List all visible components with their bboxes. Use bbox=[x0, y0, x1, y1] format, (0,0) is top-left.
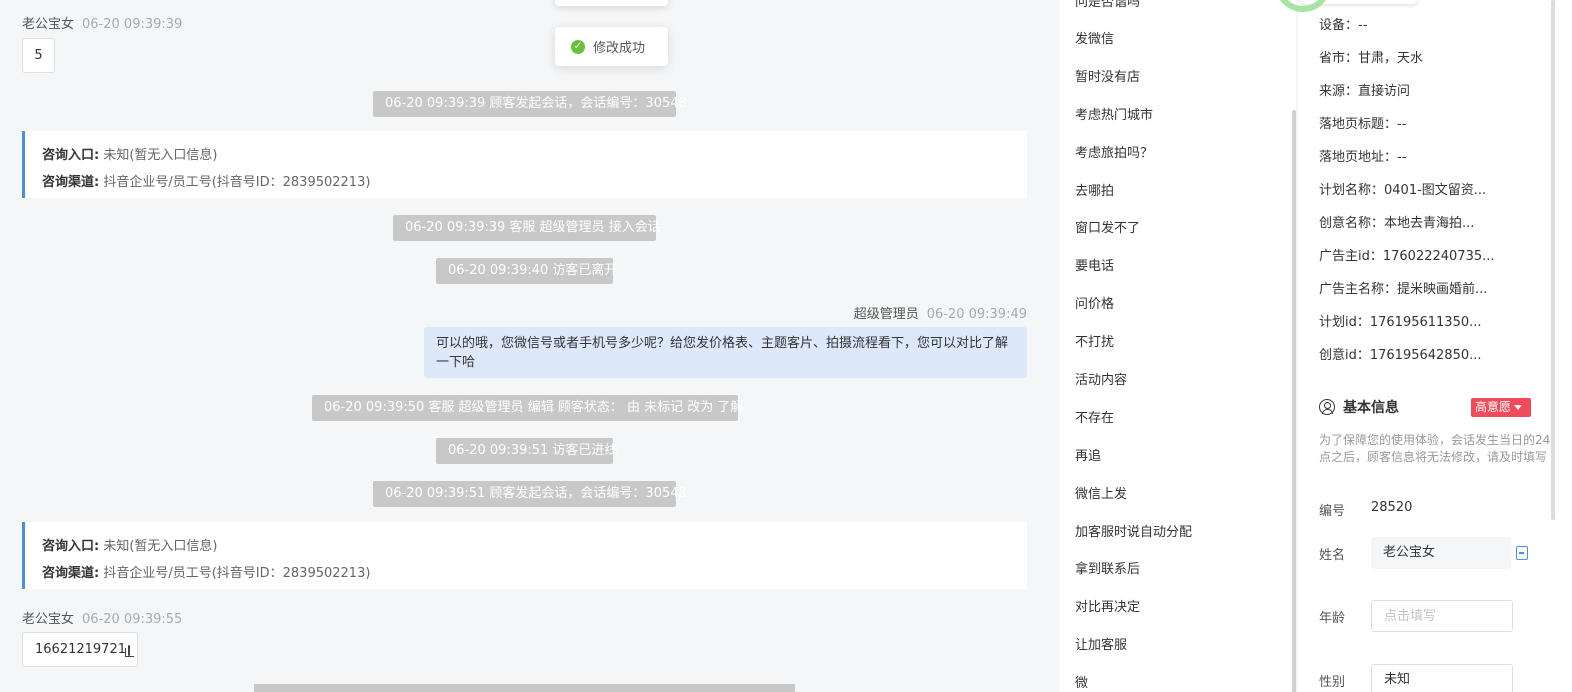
section-title: 基本信息 bbox=[1343, 400, 1399, 416]
sender-name: 老公宝女 bbox=[22, 612, 75, 627]
quick-reply-item[interactable]: 让加客服 bbox=[1075, 636, 1127, 656]
consult-entry-row: 咨询入口: 未知(暂无入口信息) bbox=[42, 142, 1010, 169]
edit-notice: 为了保障您的使用体验，会话发生当日的24点之后，顾客信息将无法修改，请及时填写 bbox=[1319, 433, 1551, 464]
consult-info-card: 咨询入口: 未知(暂无入口信息) 咨询渠道: 抖音企业号/员工号(抖音号ID：2… bbox=[22, 131, 1027, 198]
basic-info-heading: 基本信息 bbox=[1319, 397, 1399, 417]
system-message: 06-20 09:39:51 顾客发起会话，会话编号：30548 bbox=[373, 481, 687, 507]
consult-info-card: 咨询入口: 未知(暂无入口信息) 咨询渠道: 抖音企业号/员工号(抖音号ID：2… bbox=[22, 522, 1027, 589]
system-message: 06-20 09:39:40 访客已离开 bbox=[436, 258, 617, 284]
system-message: 06-20 09:39:50 客服 超级管理员 编辑 顾客状态： 由 未标记 改… bbox=[312, 395, 743, 421]
system-message: 06-20 09:39:39 顾客发起会话，会话编号：30548 bbox=[373, 91, 687, 117]
gender-label: 性别 bbox=[1319, 675, 1346, 690]
quick-reply-scrollbar[interactable] bbox=[1292, 110, 1296, 692]
quick-reply-item[interactable]: 拿到联系后 bbox=[1075, 560, 1140, 580]
age-label: 年龄 bbox=[1319, 611, 1346, 626]
quick-reply-item[interactable]: 对比再决定 bbox=[1075, 598, 1140, 618]
number-value: 28520 bbox=[1371, 500, 1413, 515]
system-message: 06-20 09:39:51 访客已进线 bbox=[436, 438, 617, 464]
chat-panel: ✓ 修改成功 老公宝女 06-20 09:39:39 5 06-20 09:39:… bbox=[0, 0, 1048, 692]
quick-reply-item[interactable]: 加客服时说自动分配 bbox=[1075, 523, 1192, 543]
consult-channel-label: 咨询渠道: bbox=[42, 566, 100, 581]
info-plan-id: 计划id：176195611350... bbox=[1319, 315, 1482, 330]
quick-reply-item[interactable]: 不打扰 bbox=[1075, 333, 1114, 353]
message-text: 16621219721 bbox=[35, 642, 126, 657]
gender-select[interactable]: 未知 bbox=[1371, 664, 1513, 692]
intent-label: 高意愿 bbox=[1475, 400, 1512, 414]
info-landing-title: 落地页标题：-- bbox=[1319, 117, 1407, 132]
sender-name: 超级管理员 bbox=[853, 307, 919, 322]
info-creative-name: 创意名称：本地去青海拍... bbox=[1319, 216, 1475, 231]
system-message-partial bbox=[254, 684, 795, 692]
message-text: 5 bbox=[34, 48, 43, 63]
popover-fragment bbox=[1300, 0, 1418, 4]
info-device: 设备：-- bbox=[1319, 18, 1368, 33]
consult-entry-label: 咨询入口: bbox=[42, 539, 100, 554]
consult-entry-value: 未知(暂无入口信息) bbox=[103, 148, 218, 163]
quick-reply-item[interactable]: 问价格 bbox=[1075, 295, 1114, 315]
incoming-message[interactable]: 5 bbox=[22, 38, 55, 73]
copy-icon[interactable] bbox=[124, 645, 134, 657]
message-time: 06-20 09:39:55 bbox=[82, 612, 183, 627]
message-time: 06-20 09:39:39 bbox=[82, 17, 183, 32]
name-field[interactable]: 老公宝女 bbox=[1371, 537, 1511, 569]
info-region: 省市：甘肃，天水 bbox=[1319, 51, 1424, 66]
consult-channel-value: 抖音企业号/员工号(抖音号ID：2839502213) bbox=[103, 566, 371, 581]
message-header: 老公宝女 06-20 09:39:55 bbox=[22, 608, 182, 627]
check-circle-icon: ✓ bbox=[571, 39, 585, 54]
quick-reply-item[interactable]: 不存在 bbox=[1075, 409, 1114, 429]
consult-channel-label: 咨询渠道: bbox=[42, 175, 100, 190]
customer-info-panel: 设备：-- 省市：甘肃，天水 来源：直接访问 落地页标题：-- 落地页地址：--… bbox=[1298, 0, 1572, 692]
age-input[interactable] bbox=[1371, 600, 1513, 632]
quick-reply-panel: 问是否谐吗 发微信 暂时没有店 考虑热门城市 考虑旅拍吗？ 去哪拍 窗口发不了 … bbox=[1059, 0, 1296, 692]
info-advertiser-id: 广告主id：176022240735... bbox=[1319, 249, 1495, 264]
quick-reply-item[interactable]: 活动内容 bbox=[1075, 371, 1127, 391]
number-label: 编号 bbox=[1319, 504, 1346, 519]
toast-text: 修改成功 bbox=[593, 41, 646, 56]
info-scrollbar[interactable] bbox=[1551, 0, 1555, 520]
quick-reply-item[interactable]: 暂时没有店 bbox=[1075, 68, 1140, 88]
consult-channel-row: 咨询渠道: 抖音企业号/员工号(抖音号ID：2839502213) bbox=[42, 560, 1010, 587]
message-header: 超级管理员 06-20 09:39:49 bbox=[854, 303, 1027, 322]
sender-name: 老公宝女 bbox=[22, 17, 75, 32]
toast-fragment bbox=[555, 0, 668, 6]
consult-entry-value: 未知(暂无入口信息) bbox=[103, 539, 218, 554]
system-message: 06-20 09:39:39 客服 超级管理员 接入会话 bbox=[393, 215, 661, 241]
message-header: 老公宝女 06-20 09:39:39 bbox=[22, 13, 182, 32]
incoming-message[interactable]: 16621219721 bbox=[22, 632, 138, 667]
info-landing-url: 落地页地址：-- bbox=[1319, 150, 1407, 165]
quick-reply-item[interactable]: 微信上发 bbox=[1075, 485, 1127, 505]
outgoing-message[interactable]: 可以的哦，您微信号或者手机号多少呢？给您发价格表、主题客片、拍摄流程看下，您可以… bbox=[424, 327, 1027, 378]
consult-entry-label: 咨询入口: bbox=[42, 148, 100, 163]
name-label: 姓名 bbox=[1319, 548, 1346, 563]
quick-reply-item[interactable]: 微 bbox=[1075, 674, 1088, 692]
consult-channel-row: 咨询渠道: 抖音企业号/员工号(抖音号ID：2839502213) bbox=[42, 169, 1010, 196]
edit-icon[interactable] bbox=[1516, 546, 1528, 560]
consult-channel-value: 抖音企业号/员工号(抖音号ID：2839502213) bbox=[103, 175, 371, 190]
quick-reply-item[interactable]: 再追 bbox=[1075, 447, 1101, 467]
success-toast: ✓ 修改成功 bbox=[555, 27, 668, 66]
user-circle-icon bbox=[1319, 399, 1335, 415]
consult-entry-row: 咨询入口: 未知(暂无入口信息) bbox=[42, 533, 1010, 560]
intent-dropdown[interactable]: 高意愿 bbox=[1471, 398, 1531, 417]
info-advertiser-name: 广告主名称：提米映画婚前... bbox=[1319, 282, 1488, 297]
quick-reply-item[interactable]: 考虑热门城市 bbox=[1075, 106, 1153, 126]
info-plan-name: 计划名称：0401-图文留资... bbox=[1319, 183, 1487, 198]
quick-reply-item[interactable]: 窗口发不了 bbox=[1075, 219, 1140, 239]
quick-reply-item[interactable]: 去哪拍 bbox=[1075, 182, 1114, 202]
quick-reply-item[interactable]: 要电话 bbox=[1075, 257, 1114, 277]
message-time: 06-20 09:39:49 bbox=[926, 307, 1027, 322]
quick-reply-item[interactable]: 问是否谐吗 bbox=[1075, 0, 1140, 13]
info-creative-id: 创意id：176195642850... bbox=[1319, 348, 1482, 363]
quick-reply-item[interactable]: 发微信 bbox=[1075, 30, 1114, 50]
info-source: 来源：直接访问 bbox=[1319, 84, 1411, 99]
caret-down-icon bbox=[1514, 405, 1523, 410]
quick-reply-item[interactable]: 考虑旅拍吗？ bbox=[1075, 144, 1153, 164]
